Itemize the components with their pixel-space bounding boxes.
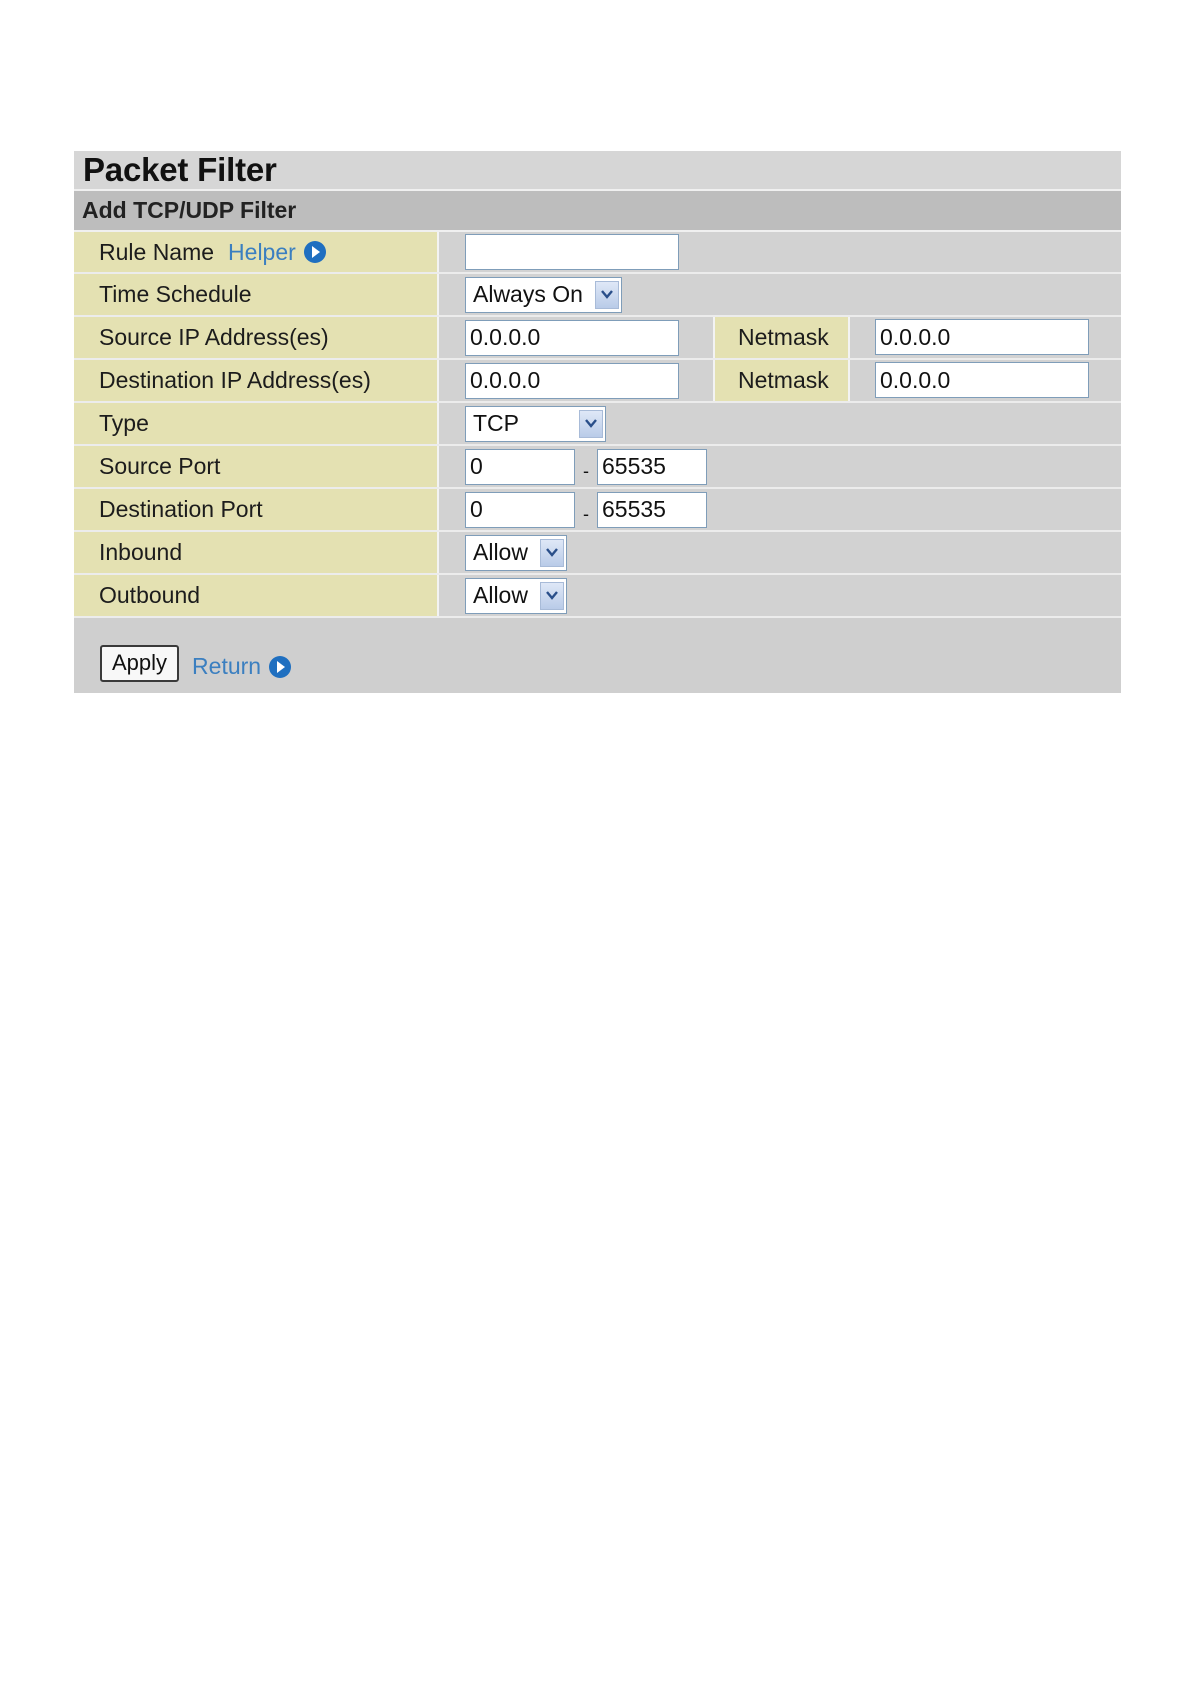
source-ip-row: Source IP Address(es) Netmask (74, 317, 1121, 360)
source-netmask-value-cell (875, 319, 1089, 355)
source-ip-input[interactable] (465, 319, 679, 356)
source-port-row: Source Port - (74, 446, 1121, 489)
return-arrow-icon[interactable] (269, 655, 292, 678)
dest-port-from-input[interactable] (465, 491, 575, 528)
outbound-label-cell: Outbound (74, 575, 439, 616)
outbound-row: Outbound Allow (74, 575, 1121, 618)
dest-ip-value-cell: Netmask (439, 360, 1121, 401)
source-port-separator: - (583, 461, 589, 481)
time-schedule-label-cell: Time Schedule (74, 274, 439, 315)
inbound-label: Inbound (99, 539, 183, 565)
form-footer: Apply Return (74, 618, 1121, 693)
dest-ip-input[interactable] (465, 362, 679, 399)
chevron-down-icon[interactable] (540, 538, 564, 567)
dest-port-to-input[interactable] (597, 491, 707, 528)
time-schedule-label: Time Schedule (99, 281, 252, 307)
helper-link[interactable]: Helper (228, 239, 296, 266)
return-link[interactable]: Return (192, 653, 292, 680)
time-schedule-row: Time Schedule Always On (74, 274, 1121, 317)
type-label: Type (99, 410, 149, 436)
type-select[interactable]: TCP (465, 405, 606, 442)
inbound-value-cell: Allow (439, 532, 1121, 573)
inbound-select[interactable]: Allow (465, 534, 567, 571)
inbound-label-cell: Inbound (74, 532, 439, 573)
return-link-label[interactable]: Return (192, 653, 261, 680)
packet-filter-panel: Packet Filter Add TCP/UDP Filter Rule Na… (74, 151, 1121, 693)
rule-name-label-cell: Rule Name Helper (74, 232, 439, 272)
source-port-label: Source Port (99, 453, 221, 479)
rule-name-label: Rule Name (99, 238, 215, 265)
section-title: Add TCP/UDP Filter (82, 197, 297, 223)
section-header: Add TCP/UDP Filter (74, 191, 1121, 232)
dest-port-separator: - (583, 504, 589, 524)
apply-button[interactable]: Apply (100, 644, 180, 682)
dest-netmask-value-cell (875, 362, 1089, 398)
rule-name-row: Rule Name Helper (74, 232, 1121, 274)
inbound-row: Inbound Allow (74, 532, 1121, 575)
chevron-down-icon[interactable] (540, 581, 564, 610)
dest-netmask-input[interactable] (875, 362, 1089, 398)
dest-ip-label-cell: Destination IP Address(es) (74, 360, 439, 401)
source-port-to-input[interactable] (597, 448, 707, 485)
time-schedule-select[interactable]: Always On (465, 276, 622, 313)
type-value-cell: TCP (439, 403, 1121, 444)
time-schedule-selected: Always On (473, 281, 583, 307)
rule-name-value-cell (439, 232, 1121, 272)
outbound-value-cell: Allow (439, 575, 1121, 616)
dest-netmask-label-cell: Netmask (713, 360, 850, 401)
inbound-selected: Allow (473, 539, 528, 565)
source-netmask-label: Netmask (738, 324, 829, 350)
type-label-cell: Type (74, 403, 439, 444)
outbound-selected: Allow (473, 582, 528, 608)
dest-ip-row: Destination IP Address(es) Netmask (74, 360, 1121, 403)
dest-netmask-label: Netmask (738, 367, 829, 393)
source-netmask-label-cell: Netmask (713, 317, 850, 358)
type-selected: TCP (473, 410, 519, 436)
page-title: Packet Filter (83, 151, 277, 188)
source-ip-value-cell: Netmask (439, 317, 1121, 358)
type-row: Type TCP (74, 403, 1121, 446)
source-port-value-cell: - (439, 446, 1121, 487)
outbound-label: Outbound (99, 582, 201, 608)
source-port-from-input[interactable] (465, 448, 575, 485)
rule-name-input[interactable] (465, 234, 679, 270)
dest-port-label: Destination Port (99, 496, 263, 522)
chevron-down-icon[interactable] (595, 280, 619, 309)
dest-port-row: Destination Port - (74, 489, 1121, 532)
time-schedule-value-cell: Always On (439, 274, 1121, 315)
dest-port-value-cell: - (439, 489, 1121, 530)
source-port-label-cell: Source Port (74, 446, 439, 487)
dest-port-label-cell: Destination Port (74, 489, 439, 530)
chevron-down-icon[interactable] (579, 409, 603, 438)
dest-ip-label: Destination IP Address(es) (99, 367, 371, 393)
source-ip-label-cell: Source IP Address(es) (74, 317, 439, 358)
outbound-select[interactable]: Allow (465, 577, 567, 614)
source-ip-label: Source IP Address(es) (99, 324, 329, 350)
source-netmask-input[interactable] (875, 319, 1089, 355)
title-bar: Packet Filter (74, 151, 1121, 191)
helper-arrow-icon[interactable] (303, 241, 326, 263)
